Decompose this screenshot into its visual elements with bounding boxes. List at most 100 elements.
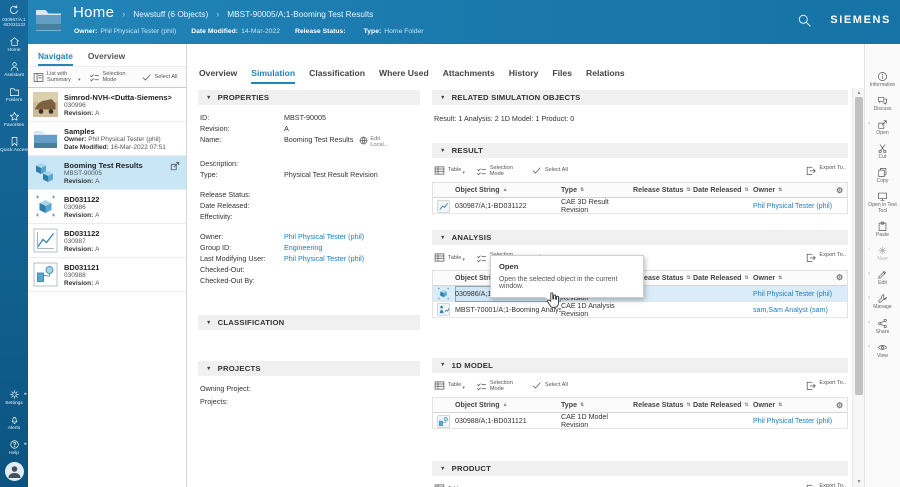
1d-model-section-header[interactable]: ▼ 1D MODEL	[432, 358, 848, 373]
table-settings-gear-icon[interactable]: ⚙	[836, 186, 847, 195]
list-item-booming-test-results[interactable]: Booming Test Results MBST-90005 Revision…	[28, 156, 186, 190]
prop-group-link[interactable]: Engineering	[284, 244, 322, 253]
sidebar-item-help[interactable]: ▸ Help	[0, 439, 28, 456]
sidebar-item-favorites[interactable]: Favorites	[0, 111, 28, 128]
tab-attachments[interactable]: Attachments	[443, 68, 495, 84]
tab-overview[interactable]: Overview	[199, 68, 237, 84]
command-cut[interactable]: Cut	[865, 143, 900, 161]
tab-history[interactable]: History	[509, 68, 539, 84]
command-share[interactable]: ‹ Share	[865, 318, 900, 336]
breadcrumb-home[interactable]: Home	[73, 4, 114, 21]
1d-model-table-row[interactable]: 030988/A;1-BD031121 CAE 1D Model Revisio…	[433, 413, 847, 429]
vertical-scrollbar[interactable]: ▲ ▼	[852, 88, 864, 487]
cell-owner-link[interactable]: Phil Physical Tester (phil)	[753, 290, 836, 298]
table-view-button[interactable]: Table	[434, 483, 461, 487]
list-item-samples[interactable]: Samples Owner: Phil Physical Tester (phi…	[28, 122, 186, 156]
prop-owner-link[interactable]: Phil Physical Tester (phil)	[284, 233, 364, 242]
select-all-button[interactable]: Select All	[531, 165, 568, 176]
column-header-owner[interactable]: Owner⇅	[753, 186, 836, 194]
column-header-type[interactable]: Type⇅	[561, 401, 633, 409]
selection-mode-button[interactable]: Selection Mode	[89, 71, 133, 83]
list-item-bd031122-result[interactable]: BD031122 030987 Revision: A	[28, 224, 186, 258]
selection-mode-button[interactable]: Selection Mode	[476, 380, 520, 392]
column-header-release-status[interactable]: Release Status⇅	[633, 401, 693, 409]
related-simulation-section-header[interactable]: ▼ RELATED SIMULATION OBJECTS	[432, 90, 848, 105]
open-icon[interactable]	[170, 161, 180, 171]
properties-section-header[interactable]: ▼ PROPERTIES	[198, 90, 420, 105]
table-view-button[interactable]: Table ▾	[434, 165, 465, 176]
table-settings-gear-icon[interactable]: ⚙	[836, 401, 847, 410]
product-section-header[interactable]: ▼ PRODUCT	[432, 461, 848, 476]
analysis-table-row[interactable]: MBST-70001/A;1-Booming Analysis CAE 1D A…	[433, 302, 847, 318]
tab-overview-left[interactable]: Overview	[88, 51, 125, 66]
column-header-object-string[interactable]: Object String▲	[455, 186, 561, 194]
sort-icon: ⇅	[778, 187, 782, 193]
cell-owner-link[interactable]: Phil Physical Tester (phil)	[753, 417, 836, 425]
table-view-button[interactable]: Table ▾	[434, 252, 465, 263]
tab-simulation[interactable]: Simulation	[251, 68, 295, 84]
breadcrumb-folder[interactable]: Newstuff (6 Objects)	[133, 9, 208, 19]
user-avatar[interactable]	[5, 462, 24, 481]
sidebar-item-settings[interactable]: ▸ Settings	[0, 389, 28, 406]
command-edit[interactable]: ‹ Edit	[865, 269, 900, 287]
prop-last-modifying-user-link[interactable]: Phil Physical Tester (phil)	[284, 255, 364, 264]
command-information[interactable]: Information	[865, 71, 900, 89]
search-icon[interactable]	[797, 13, 812, 28]
sidebar-item-home[interactable]: Home	[0, 36, 28, 53]
item-title: BD031121	[64, 263, 99, 272]
sidebar-item-folders[interactable]: Folders	[0, 86, 28, 103]
expand-arrow-icon: ▸	[24, 391, 27, 397]
select-all-button[interactable]: Select All	[141, 72, 178, 83]
list-item-bd031121-model[interactable]: BD031121 030988 Revision: A	[28, 258, 186, 292]
command-paste[interactable]: Paste	[865, 221, 900, 239]
command-open-in-test-tool[interactable]: Open in Test Tool	[865, 191, 900, 214]
projects-section-header[interactable]: ▼ PROJECTS	[198, 361, 420, 376]
export-to-button[interactable]: Export To..	[805, 380, 846, 391]
scroll-up-arrow[interactable]: ▲	[853, 90, 865, 96]
list-with-summary-button[interactable]: List with Summary ▾	[33, 71, 81, 83]
tab-relations[interactable]: Relations	[586, 68, 625, 84]
sidebar-item-quick-access[interactable]: Quick Access	[0, 136, 28, 153]
analysis-section-header[interactable]: ▼ ANALYSIS	[432, 230, 848, 245]
column-header-date-released[interactable]: Date Released⇅	[693, 401, 753, 409]
cell-owner-link[interactable]: Phil Physical Tester (phil)	[753, 202, 836, 210]
breadcrumb-object[interactable]: MBST-90005/A;1-Booming Test Results	[227, 9, 373, 19]
scrollbar-thumb[interactable]	[855, 97, 863, 395]
list-item-simrod[interactable]: Simrod-NVH-<Dutta-Siemens> 030996 Revisi…	[28, 88, 186, 122]
command-view[interactable]: ‹ View	[865, 342, 900, 360]
export-to-button[interactable]: Export To..	[805, 483, 846, 487]
selection-mode-button[interactable]: Selection Mode	[476, 165, 520, 177]
tab-classification[interactable]: Classification	[309, 68, 365, 84]
column-header-date-released[interactable]: Date Released⇅	[693, 274, 753, 282]
command-manage[interactable]: ‹ Manage	[865, 293, 900, 311]
export-to-button[interactable]: Export To..	[805, 165, 846, 176]
command-new[interactable]: ‹ New	[865, 245, 900, 263]
result-section-header[interactable]: ▼ RESULT	[432, 143, 848, 158]
column-header-date-released[interactable]: Date Released⇅	[693, 186, 753, 194]
cell-owner-link[interactable]: sam,Sam Analyst (sam)	[753, 306, 836, 314]
column-header-owner[interactable]: Owner⇅	[753, 274, 836, 282]
scroll-down-arrow[interactable]: ▼	[853, 479, 865, 485]
sidebar-item-alerts[interactable]: Alerts	[0, 414, 28, 431]
column-header-release-status[interactable]: Release Status⇅	[633, 186, 693, 194]
result-table-row[interactable]: 030987/A;1-BD031122 CAE 3D Result Revisi…	[433, 198, 847, 214]
column-header-type[interactable]: Type⇅	[561, 186, 633, 194]
table-settings-gear-icon[interactable]: ⚙	[836, 273, 847, 282]
export-to-button[interactable]: Export To..	[805, 252, 846, 263]
tab-where-used[interactable]: Where Used	[379, 68, 429, 84]
related-summary-counts: Result: 1 Analysis: 2 1D Model: 1 Produc…	[432, 105, 848, 143]
edit-localized-name-button[interactable]: EditLocal...	[359, 136, 388, 148]
table-view-button[interactable]: Table ▾	[434, 380, 465, 391]
command-discuss[interactable]: Discuss	[865, 95, 900, 113]
column-header-object-string[interactable]: Object String▲	[455, 401, 561, 409]
tab-navigate[interactable]: Navigate	[38, 51, 73, 66]
command-copy[interactable]: Copy	[865, 167, 900, 185]
recent-object-button[interactable]: 030987/A;1-BD031122	[0, 4, 28, 28]
sidebar-item-assistant[interactable]: Assistant	[0, 61, 28, 78]
tab-files[interactable]: Files	[552, 68, 572, 84]
select-all-button[interactable]: Select All	[531, 380, 568, 391]
column-header-owner[interactable]: Owner⇅	[753, 401, 836, 409]
list-item-bd031122-analysis[interactable]: BD031122 030986 Revision: A	[28, 190, 186, 224]
classification-section-header[interactable]: ▼ CLASSIFICATION	[198, 315, 420, 330]
command-open[interactable]: ‹ Open	[865, 119, 900, 137]
